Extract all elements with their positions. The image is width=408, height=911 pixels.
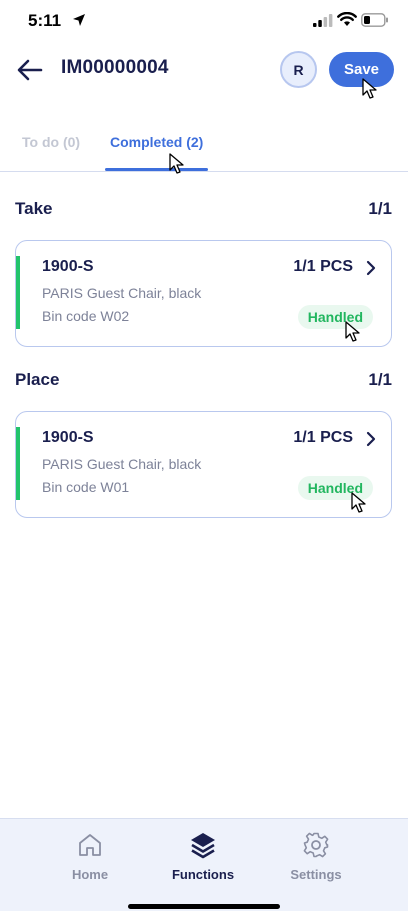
page-title: IM00000004 — [61, 57, 169, 78]
mouse-pointer-icon — [169, 153, 184, 174]
nav-label: Functions — [171, 867, 235, 882]
tab-completed[interactable]: Completed (2) — [110, 134, 203, 150]
gear-icon — [303, 832, 329, 858]
bin-code: Bin code W01 — [42, 479, 130, 495]
mouse-pointer-icon — [351, 492, 366, 513]
item-quantity: 1/1 PCS — [293, 429, 353, 446]
status-bar: 5:11 — [0, 0, 408, 44]
home-icon — [79, 834, 101, 856]
section-title: Take — [15, 199, 53, 218]
section-header-take: Take 1/1 — [15, 199, 392, 223]
status-time: 5:11 — [28, 11, 62, 30]
nav-home[interactable]: Home — [50, 831, 130, 882]
wifi-icon — [337, 12, 357, 26]
mouse-pointer-icon — [362, 78, 377, 99]
layers-icon — [191, 833, 215, 859]
nav-label: Home — [71, 867, 109, 882]
active-tab-indicator — [105, 168, 208, 171]
bin-code: Bin code W02 — [42, 308, 130, 324]
item-description: PARIS Guest Chair, black — [42, 456, 202, 472]
section-count: 1/1 — [368, 199, 392, 218]
location-arrow-icon — [73, 14, 85, 26]
chevron-right-icon[interactable] — [365, 431, 377, 447]
chevron-right-icon[interactable] — [365, 260, 377, 276]
section-count: 1/1 — [368, 370, 392, 389]
cellular-signal-icon — [313, 14, 333, 27]
back-arrow-icon[interactable] — [16, 56, 44, 84]
tab-bar: To do (0) Completed (2) — [0, 124, 408, 172]
nav-label: Settings — [290, 867, 342, 882]
bottom-nav: Home Functions Settings — [0, 818, 408, 911]
section-header-place: Place 1/1 — [15, 370, 392, 394]
item-code: 1900-S — [42, 258, 94, 275]
status-stripe — [16, 256, 20, 329]
task-card-place[interactable]: 1900-S 1/1 PCS PARIS Guest Chair, black … — [15, 411, 392, 518]
section-title: Place — [15, 370, 60, 389]
home-indicator — [128, 904, 280, 909]
nav-functions[interactable]: Functions — [163, 831, 243, 882]
header: IM00000004 R Save — [0, 44, 408, 96]
avatar[interactable]: R — [280, 51, 317, 88]
item-description: PARIS Guest Chair, black — [42, 285, 202, 301]
status-stripe — [16, 427, 20, 500]
nav-settings[interactable]: Settings — [276, 831, 356, 882]
status-badge: Handled — [297, 305, 373, 329]
battery-icon — [361, 13, 388, 27]
task-card-take[interactable]: 1900-S 1/1 PCS PARIS Guest Chair, black … — [15, 240, 392, 347]
item-quantity: 1/1 PCS — [293, 258, 353, 275]
mouse-pointer-icon — [345, 321, 360, 342]
tab-todo[interactable]: To do (0) — [22, 134, 80, 150]
item-code: 1900-S — [42, 429, 94, 446]
